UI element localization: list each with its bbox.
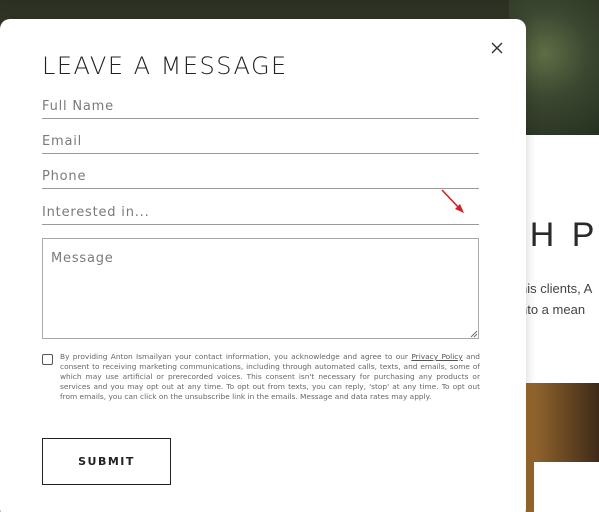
close-icon — [491, 42, 503, 54]
message-textarea[interactable] — [42, 238, 479, 339]
background-text-line: nto a mean — [520, 302, 586, 317]
background-card — [534, 462, 599, 512]
consent-checkbox[interactable] — [42, 354, 53, 365]
email-field[interactable] — [42, 130, 479, 154]
full-name-field[interactable] — [42, 95, 479, 119]
background-text-line: his clients, A — [520, 281, 593, 296]
phone-field[interactable] — [42, 165, 479, 189]
close-button[interactable] — [488, 39, 506, 57]
consent-text: By providing Anton Ismailyan your contac… — [60, 352, 480, 402]
modal-title: LEAVE A MESSAGE — [42, 52, 288, 80]
interested-in-field[interactable] — [42, 201, 479, 225]
leave-message-modal: LEAVE A MESSAGE By providing Anton Ismai… — [0, 19, 526, 512]
privacy-policy-link[interactable]: Privacy Policy — [411, 352, 462, 361]
submit-button[interactable]: SUBMIT — [42, 438, 171, 485]
resize-grip-icon[interactable] — [470, 330, 478, 338]
annotation-arrow-icon — [441, 189, 464, 213]
consent-text-before: By providing Anton Ismailyan your contac… — [60, 352, 412, 361]
